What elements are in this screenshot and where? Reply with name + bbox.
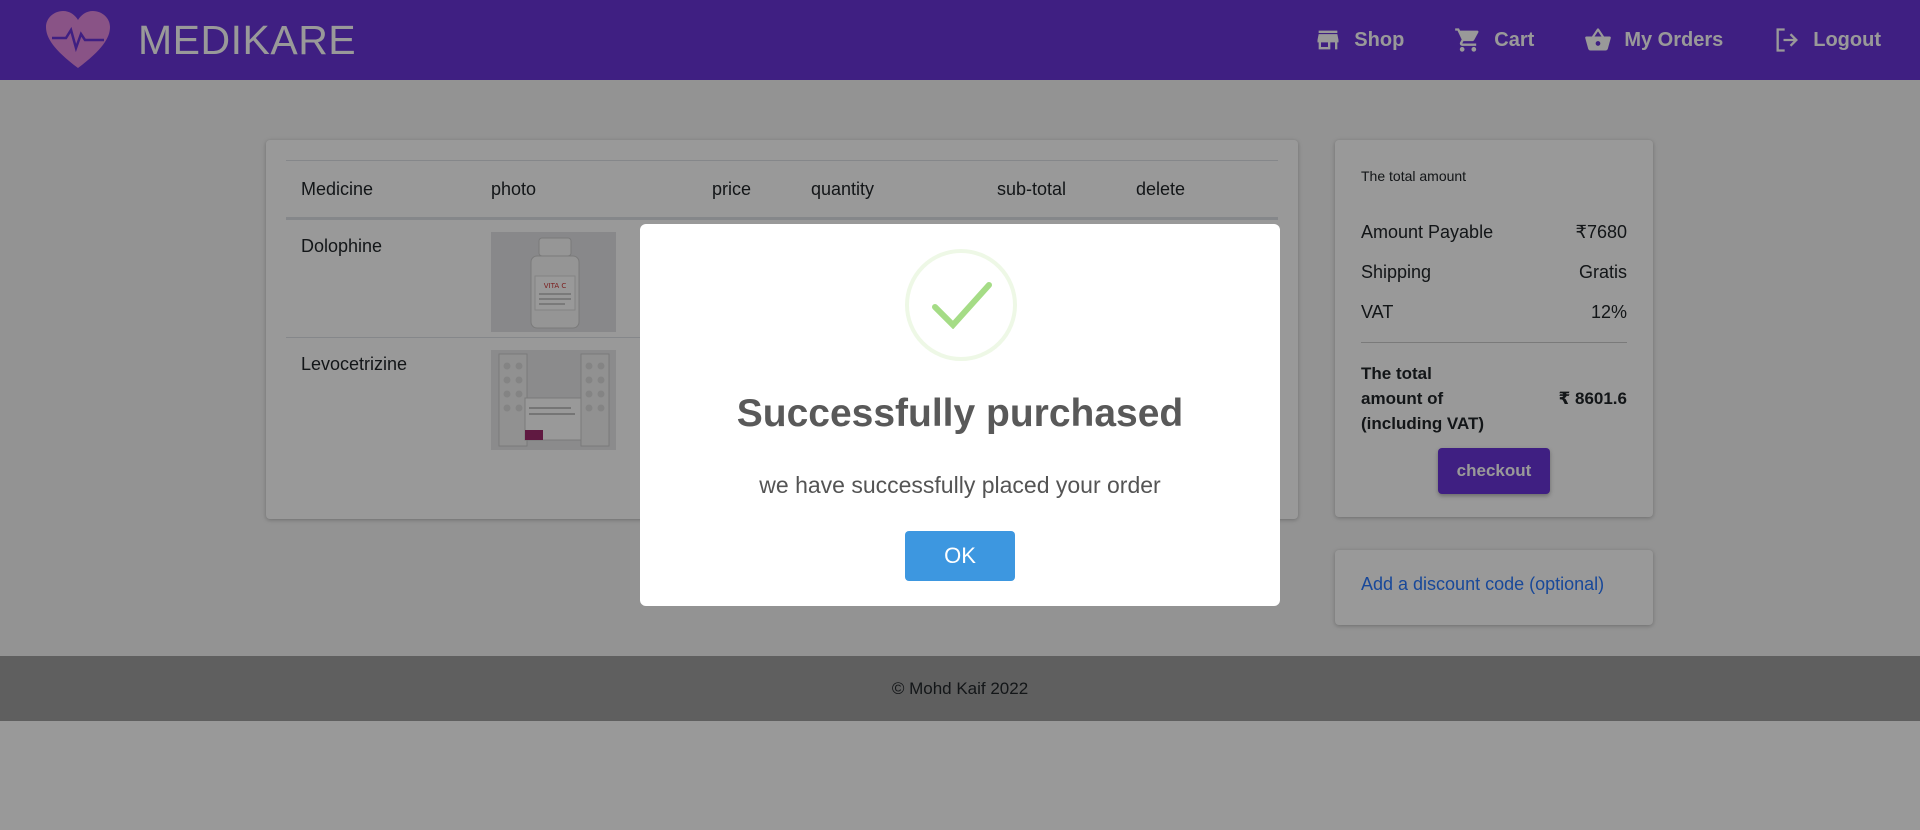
success-dialog: Successfully purchased we have successfu…: [640, 224, 1280, 606]
checkmark-icon: [932, 282, 992, 329]
ok-button[interactable]: OK: [905, 531, 1015, 581]
dialog-title: Successfully purchased: [736, 392, 1184, 435]
dialog-message: we have successfully placed your order: [759, 472, 1161, 498]
success-check-icon: [905, 249, 1017, 361]
